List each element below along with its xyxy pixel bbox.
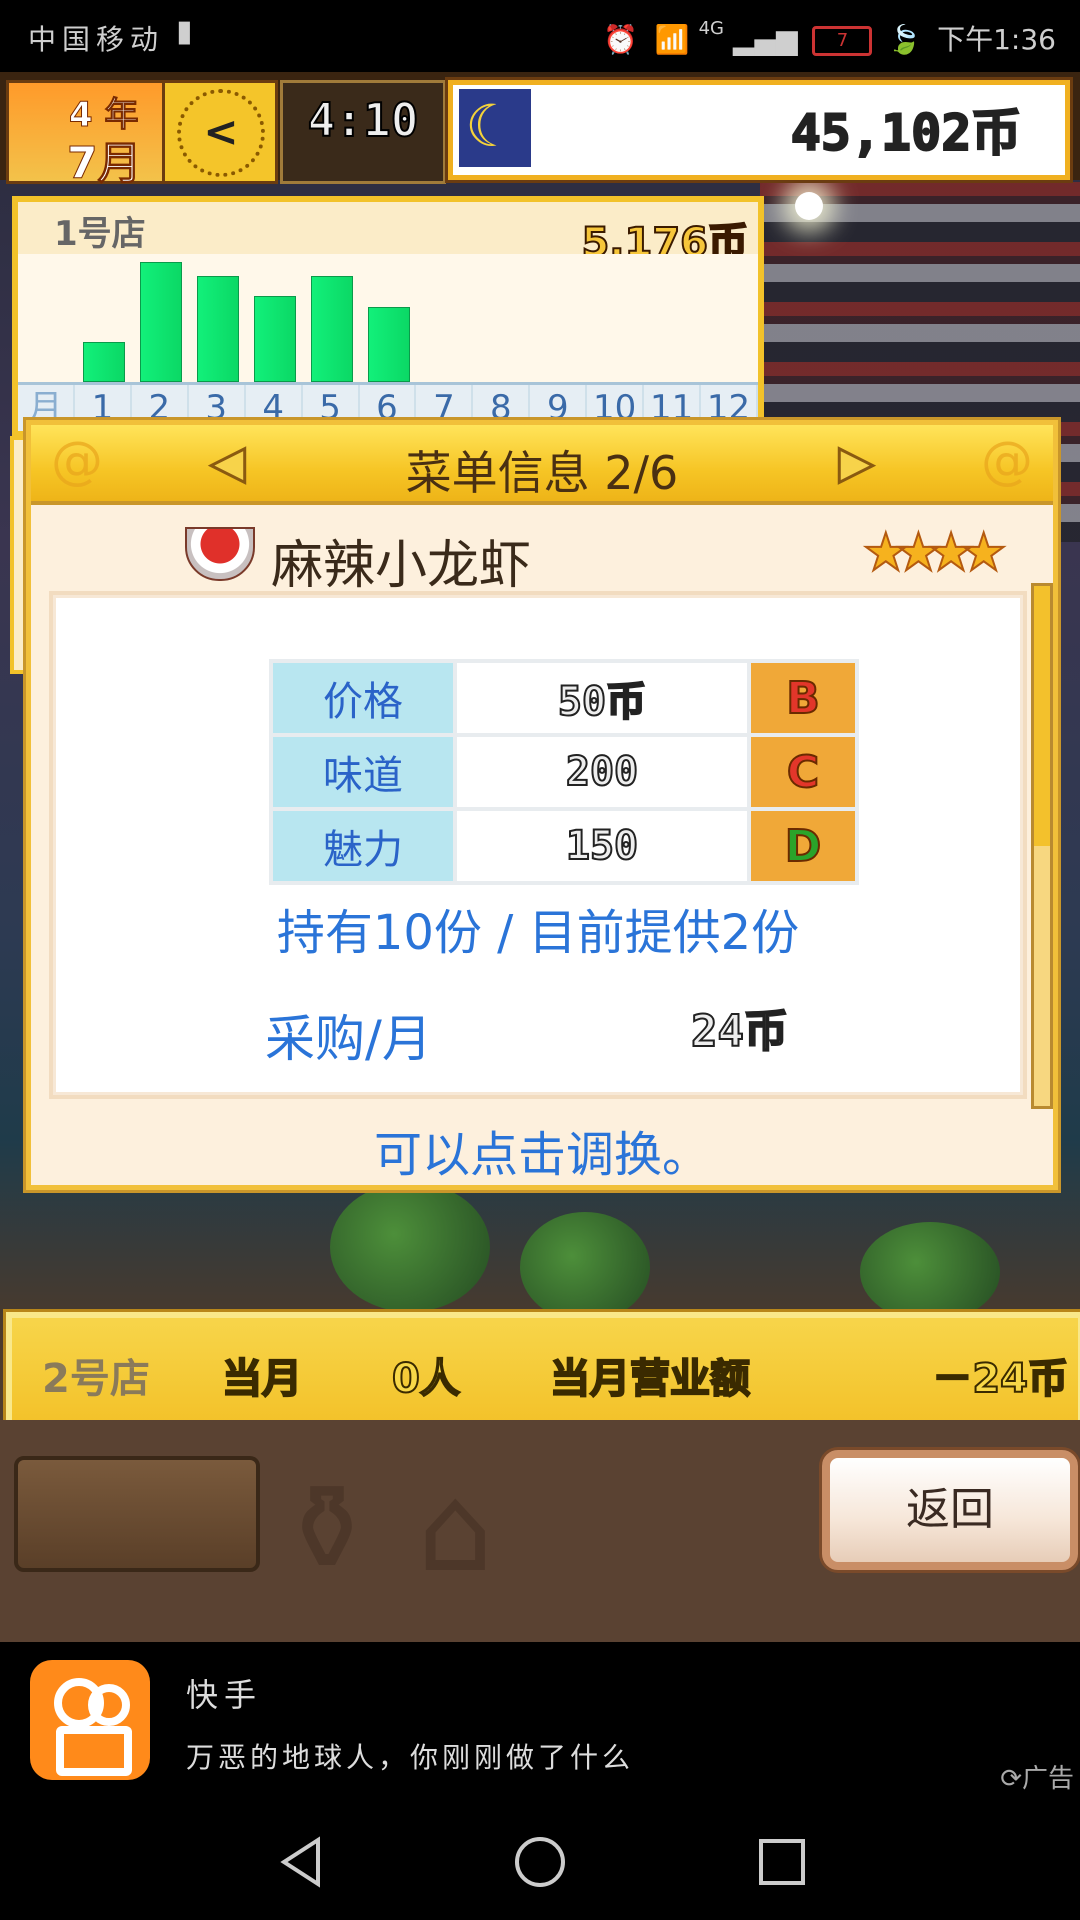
battery-icon: 7 (812, 26, 873, 56)
money-value: 45,102币 (761, 93, 1051, 165)
sim-icon: ▮ (176, 14, 193, 49)
alarm-icon: ⏰ (603, 23, 638, 56)
chart-bar (254, 295, 297, 382)
stat-label: 价格 (273, 663, 453, 733)
stat-label: 魅力 (273, 811, 453, 881)
dish-detail-card[interactable]: 价格 50币 B 味道 200 C 魅力 150 D 持有10份 / 目前提供2… (49, 591, 1027, 1099)
street-lamp (795, 192, 823, 220)
stat-value: 200 (457, 737, 747, 807)
stat-row-price: 价格 50币 B (273, 663, 855, 733)
holding-text: 持有10份 / 目前提供2份 (276, 905, 800, 961)
leaf-icon: 🍃 (887, 23, 923, 56)
system-nav-bar (0, 1802, 1080, 1920)
kuaishou-logo-icon[interactable] (30, 1660, 150, 1780)
empty-slot[interactable] (14, 1456, 260, 1572)
store1-panel[interactable]: 1号店 5,176币 月 1 2 3 4 5 6 7 8 9 10 11 12 (12, 196, 764, 436)
back-button[interactable]: 返回 (822, 1450, 1078, 1570)
home-nav-icon[interactable] (510, 1832, 570, 1892)
back-nav-icon[interactable] (272, 1832, 332, 1892)
ad-tag-label: 广告 (1021, 1764, 1074, 1794)
store2-month-label: 当月 (221, 1355, 303, 1403)
swap-hint: 可以点击调换。 (373, 1127, 710, 1183)
menu-info-dialog: @ @ ◀ 菜单信息 2/6 ▶ 麻辣小龙虾 ★★★★ 价格 50币 B 味道 … (26, 420, 1058, 1190)
network-label: 4G (698, 18, 724, 39)
money-box: ☾ 45,102币 (448, 80, 1070, 180)
stat-grade: D (751, 811, 855, 881)
signal-icon: ▂▄▆ (732, 23, 798, 56)
stat-value: 50币 (457, 663, 747, 733)
top-hud: 4 年 7月 < 4:10 ☾ 45,102币 (0, 72, 1080, 190)
store2-sales-label: 当月营业额 (549, 1355, 751, 1403)
clock-box[interactable]: < (162, 80, 278, 184)
status-bar: 中国移动 ▮ ⏰ 📶 4G ▂▄▆ 7 🍃 下午1:36 (0, 0, 1080, 72)
clock-icon: < (177, 89, 265, 177)
ad-description: 万恶的地球人，你刚刚做了什么 (186, 1741, 635, 1774)
stat-row-taste: 味道 200 C (273, 737, 855, 807)
date-box: 4 年 7月 (6, 80, 166, 190)
game-time: 4:10 (307, 92, 420, 148)
wifi-icon: 📶 (654, 23, 690, 56)
game-time-box: 4:10 (280, 80, 446, 184)
scrollbar-thumb[interactable] (1034, 586, 1050, 846)
store2-bar[interactable]: 2号店 当月 0人 当月营业额 －24币 (6, 1312, 1080, 1428)
rating-stars-icon: ★★★★ (862, 522, 1009, 584)
store2-sales-value: －24币 (931, 1355, 1069, 1403)
chart-bar (197, 276, 240, 382)
carrier-label: 中国移动 (28, 23, 165, 56)
ad-app-name: 快手 (186, 1676, 263, 1714)
dialog-title: 菜单信息 2/6 (405, 446, 679, 500)
tree-decoration (330, 1182, 490, 1312)
bottom-panel: ⌂⚱⚱⌂ 返回 (0, 1420, 1080, 1642)
stats-table: 价格 50币 B 味道 200 C 魅力 150 D (269, 659, 859, 885)
stat-grade: B (751, 663, 855, 733)
ad-choices-icon: ⟳ (1000, 1764, 1022, 1794)
stat-grade: C (751, 737, 855, 807)
store2-customers: 0人 (391, 1355, 461, 1403)
scrollbar[interactable] (1031, 583, 1053, 1109)
chart-bar (311, 276, 354, 382)
stat-label: 味道 (273, 737, 453, 807)
moon-icon: ☾ (459, 89, 531, 167)
chart-bar (140, 262, 183, 382)
stat-value: 150 (457, 811, 747, 881)
dish-name: 麻辣小龙虾 (271, 536, 532, 596)
ad-banner[interactable]: 快手 万恶的地球人，你刚刚做了什么 ⟳广告 (0, 1642, 1080, 1802)
recents-nav-icon[interactable] (752, 1832, 812, 1892)
chart-bar (83, 341, 126, 382)
status-icons: ⏰ 📶 4G ▂▄▆ 7 🍃 下午1:36 (603, 18, 1056, 58)
purchase-label: 采购/月 (265, 1010, 432, 1068)
store1-title: 1号店 (54, 214, 146, 254)
stat-row-charm: 魅力 150 D (273, 811, 855, 881)
chart-bar (368, 307, 410, 382)
store2-title: 2号店 (42, 1356, 150, 1402)
purchase-value: 24币 (690, 1005, 789, 1058)
store1-bar-chart (18, 254, 758, 382)
month-label: 7月 (67, 138, 143, 190)
ad-tag: ⟳广告 (1000, 1758, 1074, 1795)
dialog-header: @ @ ◀ 菜单信息 2/6 ▶ (31, 425, 1053, 505)
tree-decoration (860, 1222, 1000, 1322)
tree-decoration (520, 1212, 650, 1322)
clock-time: 下午1:36 (937, 23, 1056, 56)
next-arrow-icon[interactable]: ▶ (838, 436, 875, 490)
dish-icon (185, 527, 255, 581)
